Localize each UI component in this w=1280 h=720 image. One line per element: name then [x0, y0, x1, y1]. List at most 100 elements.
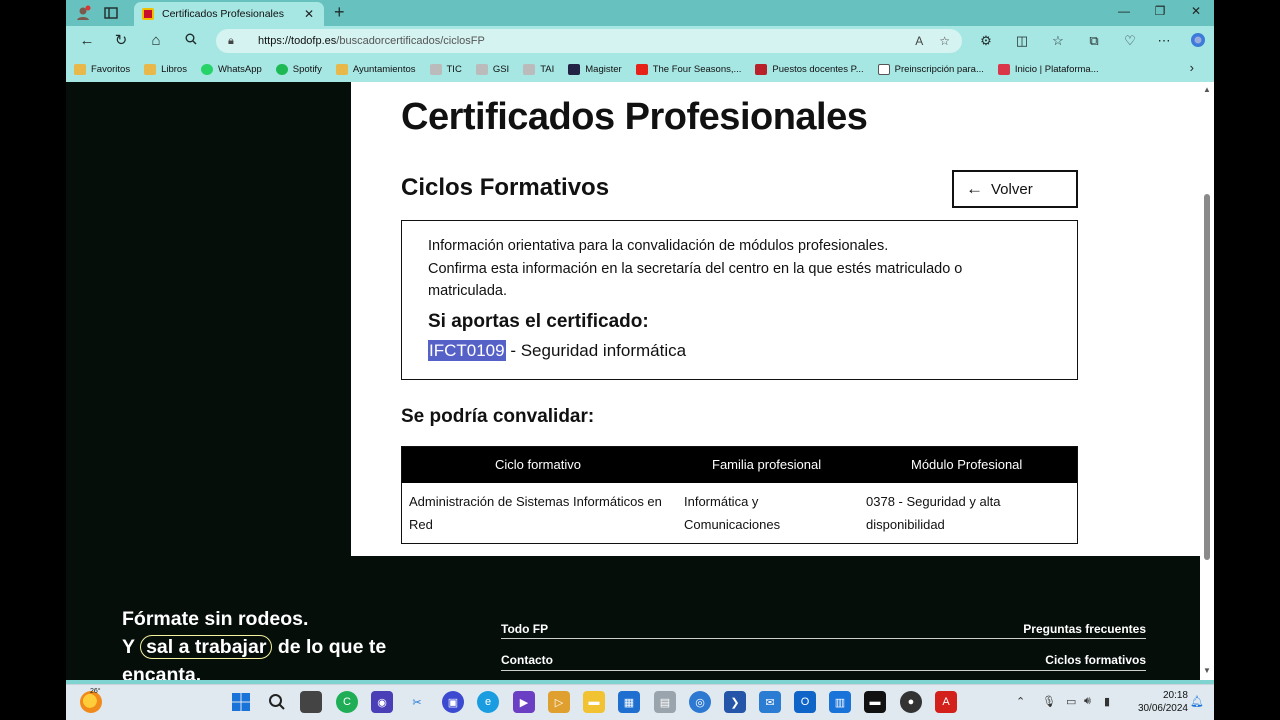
table-cell-ciclo: Administración de Sistemas Informáticos …	[409, 491, 662, 536]
chevron-up-icon[interactable]: ⌃	[1016, 695, 1025, 708]
folder-icon	[74, 63, 86, 75]
address-bar[interactable]: 🔒︎ https://todofp.es/buscadorcertificado…	[216, 29, 962, 53]
home-icon[interactable]: ⌂	[145, 32, 167, 50]
scroll-up-icon[interactable]: ▲	[1203, 85, 1211, 94]
back-icon[interactable]: ←	[76, 32, 98, 50]
footer-link-preguntas[interactable]: Preguntas frecuentes	[1023, 622, 1146, 636]
youtube-icon	[635, 63, 648, 75]
footer-link-todofp[interactable]: Todo FP	[501, 622, 548, 636]
column-header: Módulo Profesional	[911, 457, 1023, 472]
document-icon	[877, 63, 890, 75]
read-aloud-icon[interactable]: A	[915, 34, 923, 48]
calculator-icon[interactable]: ▤	[654, 691, 676, 713]
footer-link-ciclos[interactable]: Ciclos formativos	[1045, 653, 1146, 667]
snipping-tool-icon[interactable]: ✂	[406, 691, 428, 713]
clock-date: 30/06/2024	[1137, 703, 1188, 714]
column-header: Ciclo formativo	[495, 457, 581, 472]
terminal-icon[interactable]: ▬	[864, 691, 886, 713]
tab-certificados[interactable]: Certificados Profesionales ✕	[134, 2, 324, 26]
mail-icon[interactable]: ✉	[759, 691, 781, 713]
acrobat-icon[interactable]: A	[935, 691, 957, 713]
scrollbar[interactable]: ▲ ▼	[1200, 82, 1214, 680]
back-button[interactable]: ← Volver	[952, 170, 1078, 208]
workspaces-icon[interactable]	[100, 3, 122, 23]
outlook-icon[interactable]: O	[794, 691, 816, 713]
bookmark-puestos-docentes[interactable]: Puestos docentes P...	[755, 63, 864, 75]
bookmark-whatsapp[interactable]: WhatsApp	[200, 63, 262, 75]
scrollbar-thumb[interactable]	[1204, 194, 1210, 560]
windows-start-icon[interactable]	[230, 691, 252, 713]
search-icon[interactable]	[180, 32, 202, 50]
teams-icon[interactable]: ▥	[829, 691, 851, 713]
refresh-icon[interactable]: ↻	[110, 32, 132, 50]
app-c-icon[interactable]: C	[336, 691, 358, 713]
convalidar-heading: Se podría convalidar:	[401, 406, 595, 427]
file-explorer-icon[interactable]: ▬	[583, 691, 605, 713]
search-icon[interactable]	[266, 691, 288, 713]
powershell-icon[interactable]: ❯	[724, 691, 746, 713]
microphone-icon[interactable]: 🎙︎	[1042, 695, 1056, 708]
clock[interactable]: 20:18 30/06/2024	[1132, 689, 1188, 715]
scroll-down-icon[interactable]: ▼	[1203, 666, 1211, 675]
new-tab-button[interactable]: +	[334, 2, 345, 23]
footer-divider	[501, 638, 1146, 639]
app-contact-icon[interactable]: ◉	[371, 691, 393, 713]
bookmark-label: Magister	[585, 63, 622, 75]
url-host: https://todofp.es	[258, 35, 337, 47]
bookmark-label: WhatsApp	[217, 63, 262, 75]
table-cell-modulo: 0378 - Seguridad y alta disponibilidad	[866, 491, 1000, 536]
bookmark-magister[interactable]: Magister	[568, 63, 622, 75]
bookmark-ayuntamientos[interactable]: Ayuntamientos	[335, 63, 416, 75]
bookmark-tic[interactable]: TIC	[429, 63, 462, 75]
arrow-left-icon: ←	[966, 179, 983, 198]
favorite-star-icon[interactable]: ☆	[939, 34, 950, 48]
split-screen-icon[interactable]: ◫	[1012, 32, 1032, 50]
restore-icon[interactable]: ❐	[1150, 4, 1170, 18]
chevron-right-icon[interactable]: ›	[1190, 60, 1194, 75]
battery-icon[interactable]: ▮	[1104, 695, 1110, 708]
favorites-icon[interactable]: ☆	[1048, 32, 1068, 50]
bookmark-label: Inicio | Plataforma...	[1014, 63, 1099, 75]
bookmark-four-seasons[interactable]: The Four Seasons,...	[635, 63, 742, 75]
volume-icon[interactable]: 🔊︎	[1084, 695, 1091, 708]
folder-icon	[335, 63, 348, 75]
bookmark-preinscripcion[interactable]: Preinscripción para...	[877, 63, 984, 75]
certificate-code-selected[interactable]: IFCT0109	[428, 339, 506, 361]
bookmark-libros[interactable]: Libros	[144, 63, 187, 75]
bookmark-favoritos[interactable]: Favoritos	[74, 63, 130, 75]
copilot-icon[interactable]	[1188, 32, 1208, 50]
browser-essentials-icon[interactable]: ♡	[1120, 32, 1140, 50]
store-icon[interactable]: ▦	[618, 691, 640, 713]
task-view-icon[interactable]	[300, 691, 322, 713]
bookmark-inicio-plataforma[interactable]: Inicio | Plataforma...	[997, 63, 1099, 75]
obs-icon[interactable]: ●	[900, 691, 922, 713]
more-menu-icon[interactable]: ⋯	[1154, 32, 1174, 50]
plataforma-icon	[997, 63, 1010, 75]
close-tab-icon[interactable]: ✕	[302, 7, 316, 21]
zoom-icon[interactable]: ◎	[689, 691, 711, 713]
profile-icon[interactable]	[72, 3, 94, 23]
app-camera-icon[interactable]: ▣	[442, 691, 464, 713]
extensions-icon[interactable]: ⚙	[976, 32, 996, 50]
tab-strip: Certificados Profesionales ✕ + — ❐ ✕	[66, 0, 1214, 26]
bookmark-label: The Four Seasons,...	[652, 63, 742, 75]
footer-link-contacto[interactable]: Contacto	[501, 653, 553, 667]
folder-icon	[144, 63, 157, 75]
network-icon[interactable]: ▭	[1066, 695, 1076, 708]
app-media-icon[interactable]: ▷	[548, 691, 570, 713]
bookmark-gsi[interactable]: GSI	[475, 63, 509, 75]
bookmark-tai[interactable]: TAI	[523, 63, 554, 75]
column-header: Familia profesional	[712, 457, 822, 472]
bookmark-spotify[interactable]: Spotify	[275, 63, 322, 75]
browser-window: Certificados Profesionales ✕ + — ❐ ✕ ← ↻…	[66, 0, 1214, 684]
screen: Certificados Profesionales ✕ + — ❐ ✕ ← ↻…	[0, 0, 1280, 720]
clipchamp-icon[interactable]: ▶	[513, 691, 535, 713]
edge-icon[interactable]: e	[477, 691, 499, 713]
table-header: Ciclo formativo Familia profesional Módu…	[402, 447, 1077, 483]
bookmark-label: Ayuntamientos	[352, 63, 416, 75]
minimize-icon[interactable]: —	[1114, 4, 1134, 18]
close-window-icon[interactable]: ✕	[1186, 4, 1206, 18]
notification-bell-icon[interactable]: 🔔︎	[1190, 695, 1204, 708]
collections-icon[interactable]: ⧉	[1084, 32, 1104, 50]
page-icon	[429, 63, 442, 75]
